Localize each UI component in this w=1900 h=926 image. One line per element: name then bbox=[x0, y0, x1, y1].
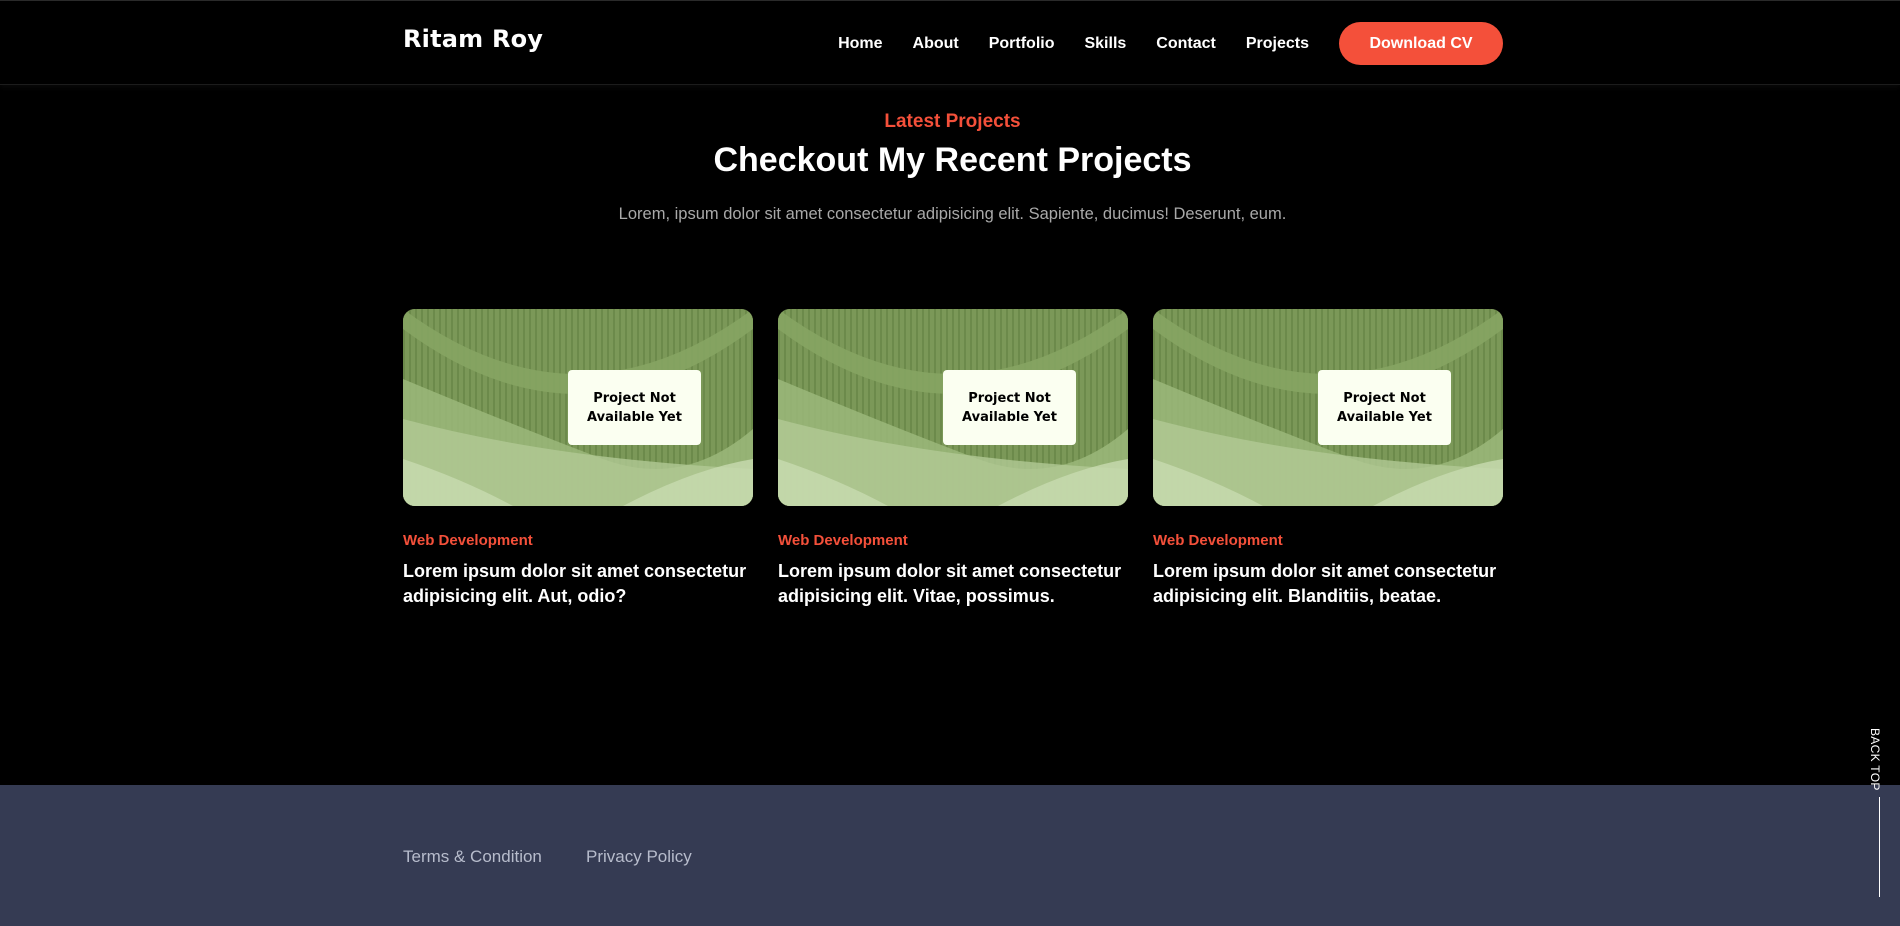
back-top-line bbox=[1879, 797, 1880, 897]
nav-portfolio[interactable]: Portfolio bbox=[989, 35, 1055, 53]
project-card[interactable]: Project Not Available Yet Web Developmen… bbox=[403, 309, 753, 609]
availability-badge: Project Not Available Yet bbox=[568, 370, 701, 445]
section-eyebrow: Latest Projects bbox=[884, 111, 1021, 132]
section-title: Checkout My Recent Projects bbox=[713, 141, 1192, 179]
project-title[interactable]: Lorem ipsum dolor sit amet consectetur a… bbox=[778, 559, 1128, 609]
project-category: Web Development bbox=[403, 532, 533, 549]
footer: Terms & Condition Privacy Policy bbox=[0, 785, 1900, 926]
availability-badge: Project Not Available Yet bbox=[943, 370, 1076, 445]
project-category: Web Development bbox=[778, 532, 908, 549]
brand-logo[interactable]: Ritam Roy bbox=[403, 25, 543, 53]
project-thumbnail[interactable]: Project Not Available Yet bbox=[403, 309, 753, 506]
project-thumbnail[interactable]: Project Not Available Yet bbox=[1153, 309, 1503, 506]
footer-link-privacy[interactable]: Privacy Policy bbox=[586, 847, 692, 867]
nav-about[interactable]: About bbox=[913, 35, 959, 53]
project-card[interactable]: Project Not Available Yet Web Developmen… bbox=[1153, 309, 1503, 609]
project-title[interactable]: Lorem ipsum dolor sit amet consectetur a… bbox=[1153, 559, 1503, 609]
project-card[interactable]: Project Not Available Yet Web Developmen… bbox=[778, 309, 1128, 609]
download-cv-button[interactable]: Download CV bbox=[1339, 22, 1503, 65]
project-thumbnail[interactable]: Project Not Available Yet bbox=[778, 309, 1128, 506]
availability-badge: Project Not Available Yet bbox=[1318, 370, 1451, 445]
project-category: Web Development bbox=[1153, 532, 1283, 549]
nav-contact[interactable]: Contact bbox=[1156, 35, 1216, 53]
navbar: Ritam Roy Home About Portfolio Skills Co… bbox=[0, 0, 1900, 85]
section-description: Lorem, ipsum dolor sit amet consectetur … bbox=[618, 205, 1287, 223]
nav-skills[interactable]: Skills bbox=[1084, 35, 1126, 53]
nav-home[interactable]: Home bbox=[838, 35, 882, 53]
nav-links: Home About Portfolio Skills Contact Proj… bbox=[808, 1, 1309, 86]
footer-link-terms[interactable]: Terms & Condition bbox=[403, 847, 542, 867]
back-top-label: BACK TOP bbox=[1868, 728, 1882, 791]
project-title[interactable]: Lorem ipsum dolor sit amet consectetur a… bbox=[403, 559, 753, 609]
nav-projects[interactable]: Projects bbox=[1246, 35, 1309, 53]
